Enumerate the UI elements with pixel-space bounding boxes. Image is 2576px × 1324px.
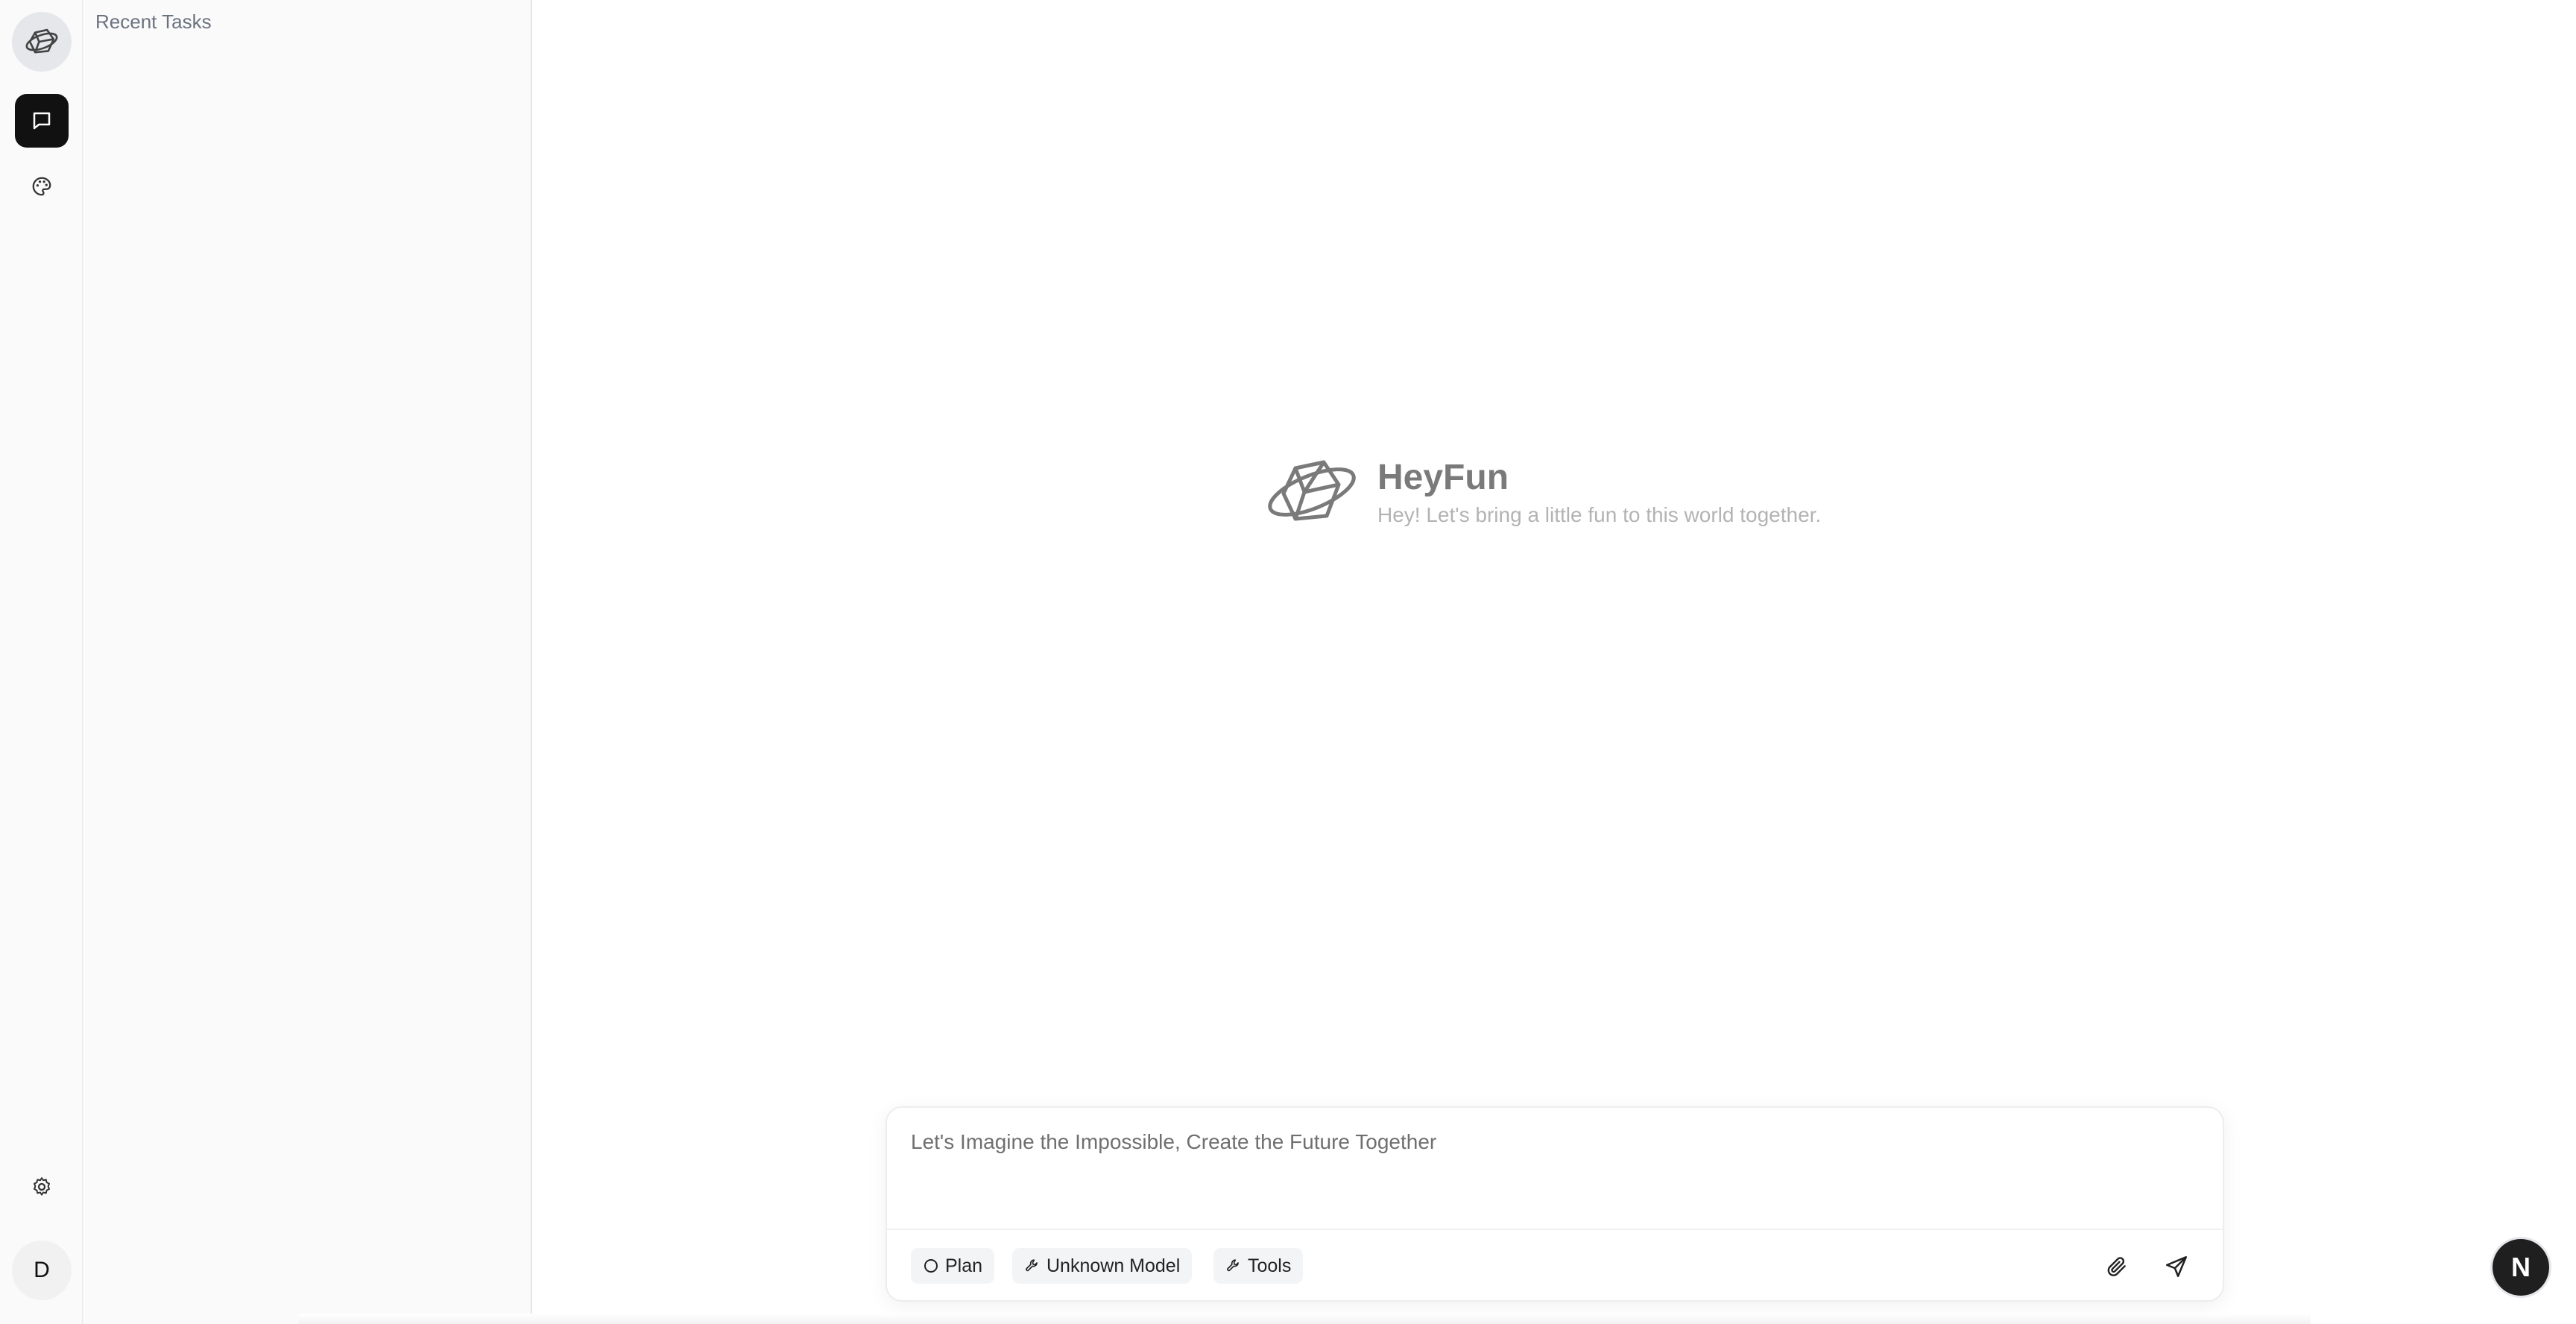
prompt-composer: Plan Unknown Model Tools [886, 1106, 2224, 1302]
plan-toggle[interactable]: Plan [911, 1248, 995, 1284]
bottom-fade [298, 1314, 2311, 1324]
recent-tasks-title: Recent Tasks [95, 10, 212, 33]
model-selector[interactable]: Unknown Model [1012, 1248, 1193, 1284]
app-tagline: Hey! Let's bring a little fun to this wo… [1377, 503, 1822, 526]
chat-bubble-icon [33, 112, 51, 130]
heyfun-logo-button[interactable] [12, 12, 72, 72]
palette-icon [32, 177, 51, 196]
wrench-icon [1227, 1259, 1239, 1272]
paperclip-icon [2107, 1257, 2126, 1276]
hero-text: HeyFun Hey! Let's bring a little fun to … [1377, 457, 1821, 527]
rail-item-chat[interactable] [15, 94, 69, 148]
tools-button[interactable]: Tools [1213, 1248, 1304, 1284]
user-avatar[interactable]: D [12, 1241, 72, 1300]
app-title: HeyFun [1377, 458, 1509, 497]
tools-label: Tools [1248, 1255, 1292, 1276]
avatar-initial: D [34, 1258, 50, 1282]
recent-tasks-panel: Recent Tasks [85, 0, 532, 1324]
icon-rail: D [0, 0, 83, 1324]
heyfun-logo-icon [1268, 460, 1356, 521]
settings-button[interactable] [15, 1160, 69, 1214]
gear-icon [34, 1177, 50, 1196]
model-label: Unknown Model [1046, 1255, 1181, 1276]
wrench-icon [1026, 1259, 1038, 1272]
send-button[interactable] [2156, 1248, 2197, 1285]
floating-n-badge[interactable]: N [2493, 1239, 2549, 1296]
attach-button[interactable] [2096, 1248, 2138, 1285]
welcome-hero: HeyFun Hey! Let's bring a little fun to … [1264, 455, 1821, 529]
prompt-input[interactable] [909, 1129, 2199, 1211]
heyfun-logo-icon [25, 28, 58, 54]
send-icon [2165, 1255, 2188, 1278]
floating-n-letter: N [2511, 1252, 2531, 1282]
plan-label: Plan [945, 1255, 983, 1276]
composer-divider [887, 1229, 2223, 1230]
rail-item-palette[interactable] [15, 160, 69, 213]
circle-icon [924, 1259, 938, 1273]
